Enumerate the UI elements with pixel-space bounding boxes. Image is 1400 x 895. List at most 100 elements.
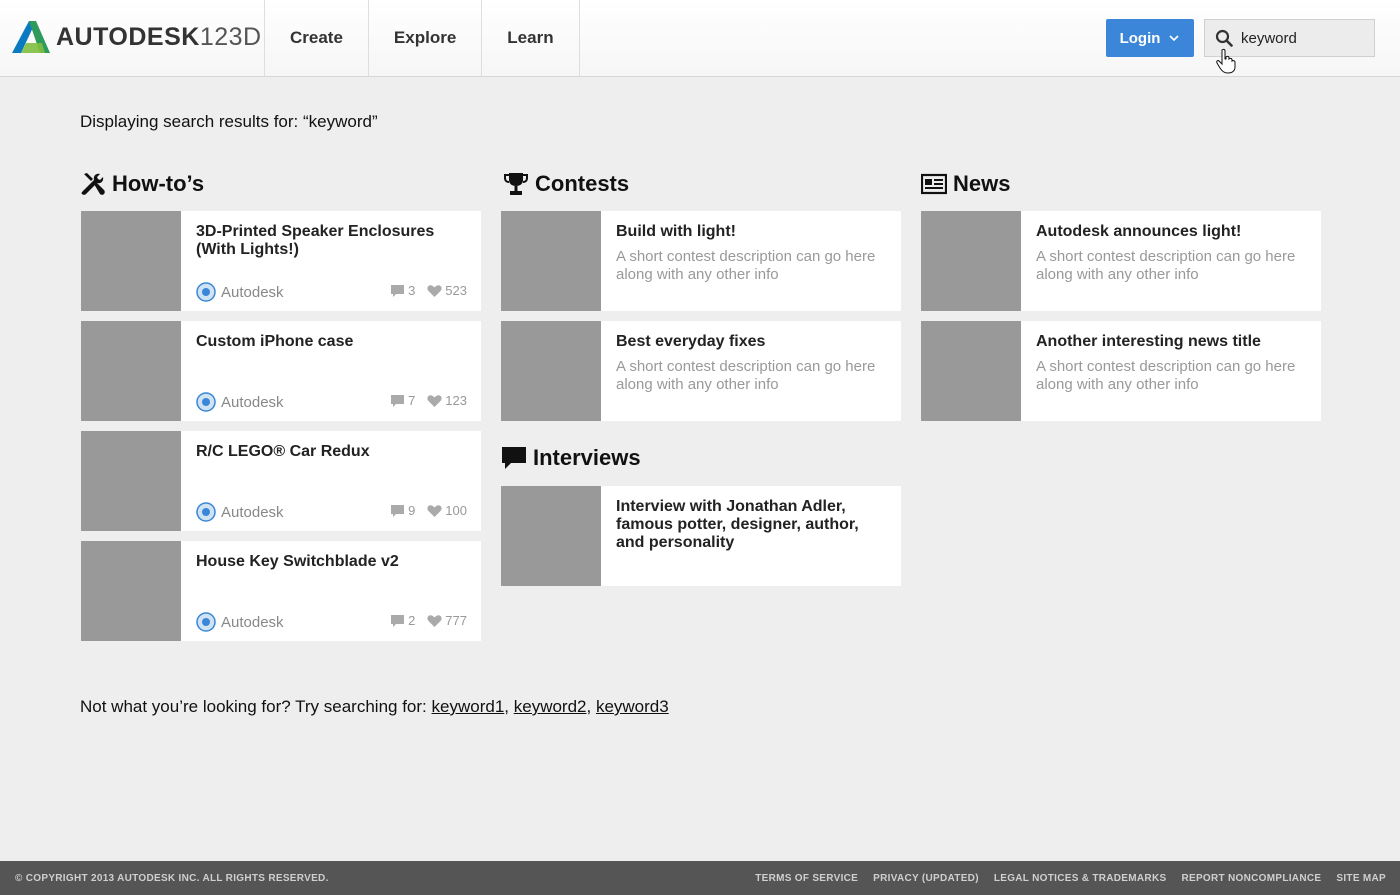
section-howtos-label: How-to’s <box>112 171 205 196</box>
howto-author[interactable]: Autodesk <box>196 502 284 522</box>
nav-explore[interactable]: Explore <box>369 0 483 76</box>
logo-brand: AUTODESK <box>56 22 200 51</box>
footer-link-legal[interactable]: LEGAL NOTICES & TRADEMARKS <box>994 873 1167 884</box>
like-count: 523 <box>427 283 467 298</box>
comment-count: 9 <box>390 503 415 518</box>
howto-card[interactable]: Custom iPhone case Autodesk 7 123 <box>81 321 481 421</box>
howto-thumbnail[interactable] <box>81 541 181 641</box>
heart-icon <box>427 504 442 517</box>
howto-stats: 9 100 <box>378 503 467 518</box>
howto-title[interactable]: House Key Switchblade v2 <box>196 553 466 571</box>
comment-icon <box>391 394 405 407</box>
login-label: Login <box>1119 29 1161 47</box>
footer-link-sitemap[interactable]: SITE MAP <box>1336 873 1386 884</box>
tools-icon <box>81 173 105 195</box>
footer-copyright: © COPYRIGHT 2013 AUTODESK INC. ALL RIGHT… <box>15 873 329 884</box>
news-card[interactable]: Another interesting news title A short c… <box>921 321 1321 421</box>
contest-thumbnail[interactable] <box>501 321 601 421</box>
search-input[interactable] <box>1241 29 1361 47</box>
news-thumbnail[interactable] <box>921 211 1021 311</box>
howto-thumbnail[interactable] <box>81 211 181 311</box>
section-interviews-title: Interviews <box>501 445 641 471</box>
section-news-title: News <box>921 171 1010 197</box>
contest-title[interactable]: Build with light! <box>616 223 886 241</box>
news-thumbnail[interactable] <box>921 321 1021 421</box>
like-count: 777 <box>427 613 467 628</box>
autodesk-avatar-icon <box>196 612 216 632</box>
suggested-keyword-link[interactable]: keyword1 <box>432 697 505 716</box>
news-card[interactable]: Autodesk announces light! A short contes… <box>921 211 1321 311</box>
newspaper-icon <box>921 173 947 195</box>
logo-product: 123D <box>199 22 262 51</box>
main-nav: Create Explore Learn <box>264 0 580 76</box>
suggested-keyword-link[interactable]: keyword3 <box>596 697 669 716</box>
howto-title[interactable]: Custom iPhone case <box>196 333 466 351</box>
news-description: A short contest description can go here … <box>1036 248 1296 283</box>
nav-create[interactable]: Create <box>265 0 369 76</box>
news-title[interactable]: Another interesting news title <box>1036 333 1306 351</box>
autodesk-avatar-icon <box>196 282 216 302</box>
autodesk-avatar-icon <box>196 392 216 412</box>
comment-icon <box>391 284 405 297</box>
howto-author[interactable]: Autodesk <box>196 612 284 632</box>
contest-thumbnail[interactable] <box>501 211 601 311</box>
header: AUTODESK123D Create Explore Learn Login <box>0 0 1400 77</box>
howto-author[interactable]: Autodesk <box>196 282 284 302</box>
comment-icon <box>391 504 405 517</box>
section-interviews-label: Interviews <box>533 445 641 470</box>
comment-icon <box>391 614 405 627</box>
autodesk-logo[interactable]: AUTODESK123D <box>12 18 262 56</box>
howto-stats: 7 123 <box>378 393 467 408</box>
suggested-keyword-link[interactable]: keyword2 <box>514 697 587 716</box>
comment-count: 3 <box>390 283 415 298</box>
section-contests-label: Contests <box>535 171 630 196</box>
section-contests-title: Contests <box>503 171 629 197</box>
speech-bubble-icon <box>502 447 526 469</box>
chevron-down-icon <box>1169 35 1179 42</box>
contest-description: A short contest description can go here … <box>616 248 876 283</box>
section-news-label: News <box>953 171 1011 196</box>
footer-link-report[interactable]: REPORT NONCOMPLIANCE <box>1181 873 1321 884</box>
heart-icon <box>427 614 442 627</box>
howto-stats: 3 523 <box>378 283 467 298</box>
interview-thumbnail[interactable] <box>501 486 601 586</box>
howto-title[interactable]: 3D-Printed Speaker Enclosures (With Ligh… <box>196 223 466 259</box>
search-suggestions: Not what you’re looking for? Try searchi… <box>80 697 669 716</box>
howto-card[interactable]: R/C LEGO® Car Redux Autodesk 9 100 <box>81 431 481 531</box>
footer-link-privacy[interactable]: PRIVACY (UPDATED) <box>873 873 979 884</box>
howto-thumbnail[interactable] <box>81 321 181 421</box>
like-count: 100 <box>427 503 467 518</box>
howto-stats: 2 777 <box>378 613 467 628</box>
heart-icon <box>427 394 442 407</box>
suggestions-prefix: Not what you’re looking for? Try searchi… <box>80 697 427 716</box>
footer-link-terms[interactable]: TERMS OF SERVICE <box>755 873 858 884</box>
comment-count: 2 <box>390 613 415 628</box>
howto-thumbnail[interactable] <box>81 431 181 531</box>
section-howtos-title: How-to’s <box>80 171 204 197</box>
contest-card[interactable]: Build with light! A short contest descri… <box>501 211 901 311</box>
search-icon[interactable] <box>1215 29 1233 47</box>
contest-title[interactable]: Best everyday fixes <box>616 333 886 351</box>
footer: © COPYRIGHT 2013 AUTODESK INC. ALL RIGHT… <box>0 861 1400 895</box>
contest-card[interactable]: Best everyday fixes A short contest desc… <box>501 321 901 421</box>
howto-card[interactable]: House Key Switchblade v2 Autodesk 2 777 <box>81 541 481 641</box>
login-button[interactable]: Login <box>1106 19 1194 57</box>
footer-links: TERMS OF SERVICE PRIVACY (UPDATED) LEGAL… <box>740 873 1386 884</box>
autodesk-logo-icon <box>12 21 50 53</box>
news-description: A short contest description can go here … <box>1036 358 1296 393</box>
interview-card[interactable]: Interview with Jonathan Adler, famous po… <box>501 486 901 586</box>
contest-description: A short contest description can go here … <box>616 358 876 393</box>
comment-count: 7 <box>390 393 415 408</box>
howto-card[interactable]: 3D-Printed Speaker Enclosures (With Ligh… <box>81 211 481 311</box>
interview-title[interactable]: Interview with Jonathan Adler, famous po… <box>616 498 886 552</box>
trophy-icon <box>504 173 528 195</box>
heart-icon <box>427 284 442 297</box>
hand-cursor-icon <box>1216 48 1236 74</box>
like-count: 123 <box>427 393 467 408</box>
autodesk-avatar-icon <box>196 502 216 522</box>
howto-title[interactable]: R/C LEGO® Car Redux <box>196 443 466 461</box>
news-title[interactable]: Autodesk announces light! <box>1036 223 1306 241</box>
howto-author[interactable]: Autodesk <box>196 392 284 412</box>
results-heading: Displaying search results for: “keyword” <box>80 112 378 131</box>
nav-learn[interactable]: Learn <box>482 0 580 76</box>
